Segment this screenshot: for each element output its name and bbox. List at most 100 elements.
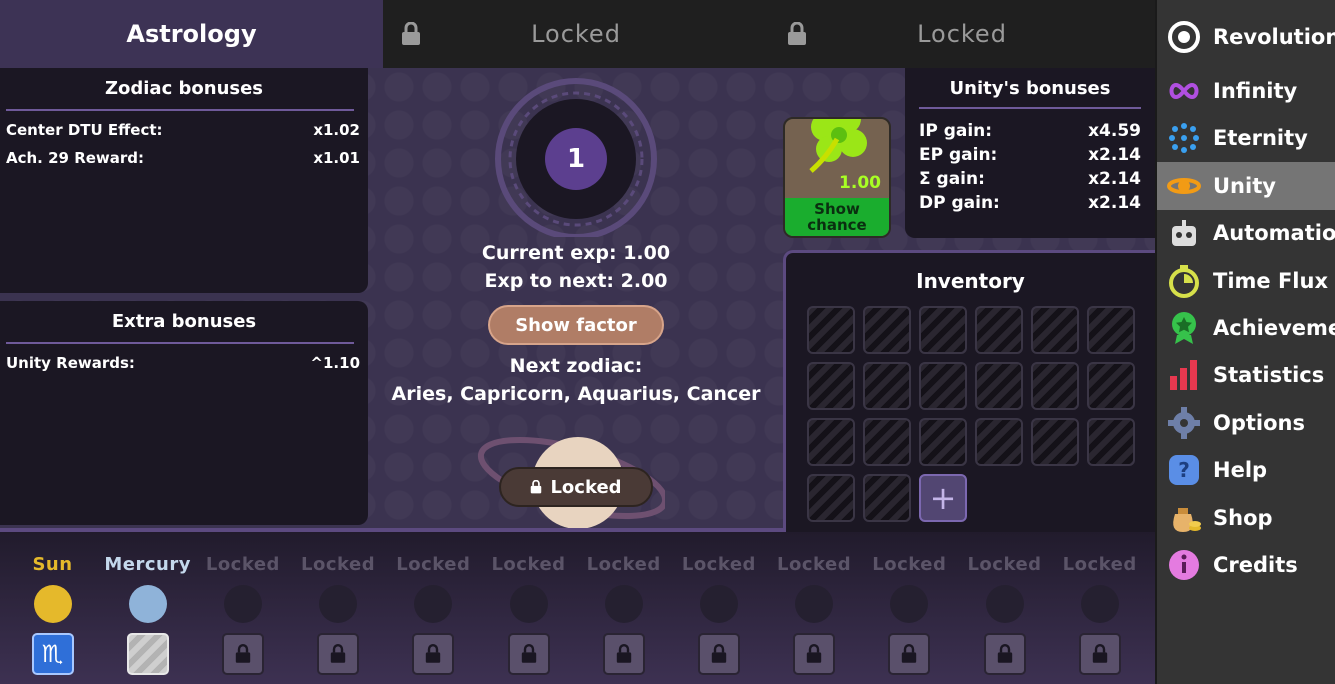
inventory-slot[interactable]: [975, 418, 1023, 466]
sidebar-item-unity[interactable]: Unity: [1157, 162, 1335, 210]
bonus-row: Unity Rewards: ^1.10: [0, 354, 368, 372]
clover-icon: [809, 119, 867, 173]
inventory-slot[interactable]: [863, 362, 911, 410]
info-icon: [1167, 548, 1201, 582]
inventory-slot[interactable]: [975, 306, 1023, 354]
inventory-slot[interactable]: [1087, 306, 1135, 354]
locked-slot[interactable]: [888, 633, 931, 675]
planet-column[interactable]: Locked: [957, 554, 1052, 675]
locked-slot[interactable]: [317, 633, 360, 675]
bonus-label: Σ gain:: [919, 169, 985, 189]
bonus-label: Center DTU Effect:: [6, 121, 163, 139]
planet-orb: [604, 585, 643, 623]
inventory-slot[interactable]: [807, 474, 855, 522]
locked-slot[interactable]: [793, 633, 836, 675]
sidebar-item-time-flux[interactable]: Time Flux: [1157, 257, 1335, 305]
bonus-row: DP gain: x2.14: [905, 193, 1155, 213]
sidebar-item-label: Options: [1213, 411, 1305, 435]
inventory-slot[interactable]: [919, 306, 967, 354]
planet-column[interactable]: Locked: [862, 554, 957, 675]
robot-icon: [1167, 216, 1201, 250]
unity-icon: [1167, 169, 1201, 203]
clover-card[interactable]: 1.00 Show chance: [783, 117, 891, 238]
zodiac-slot[interactable]: ♏: [31, 633, 74, 675]
planet-column[interactable]: Locked: [576, 554, 671, 675]
extra-bonuses-panel: Extra bonuses Unity Rewards: ^1.10: [0, 301, 368, 525]
locked-slot[interactable]: [1078, 633, 1121, 675]
planet-column[interactable]: Locked: [481, 554, 576, 675]
planet-name: Sun: [32, 554, 73, 575]
inventory-slot[interactable]: [919, 362, 967, 410]
inventory-slot[interactable]: [919, 418, 967, 466]
bonus-value: x4.59: [1088, 121, 1141, 141]
sidebar-item-shop[interactable]: Shop: [1157, 494, 1335, 542]
planet-column[interactable]: Locked: [767, 554, 862, 675]
sidebar-item-infinity[interactable]: Infinity: [1157, 67, 1335, 115]
sidebar-item-eternity[interactable]: Eternity: [1157, 114, 1335, 162]
next-zodiac-list: Aries, Capricorn, Aquarius, Cancer: [391, 383, 761, 405]
sidebar-item-help[interactable]: ? Help: [1157, 446, 1335, 494]
lock-icon: [1092, 644, 1107, 663]
inventory-slot[interactable]: [1031, 306, 1079, 354]
locked-slot[interactable]: [221, 633, 264, 675]
locked-slot[interactable]: [507, 633, 550, 675]
inventory-add-button[interactable]: +: [919, 474, 967, 522]
planet-column[interactable]: Locked: [195, 554, 290, 675]
inventory-slot[interactable]: [1087, 418, 1135, 466]
planet-name: Locked: [301, 554, 376, 575]
planet-name: Locked: [396, 554, 471, 575]
planet-name: Locked: [872, 554, 947, 575]
inventory-slot[interactable]: [1031, 418, 1079, 466]
sidebar-item-automation[interactable]: Automation: [1157, 209, 1335, 257]
bonus-value: x1.01: [313, 149, 360, 167]
inventory-slot[interactable]: [863, 474, 911, 522]
inventory-slot[interactable]: [1087, 362, 1135, 410]
bonus-label: EP gain:: [919, 145, 998, 165]
inventory-slot[interactable]: [975, 362, 1023, 410]
inventory-slot[interactable]: [1031, 362, 1079, 410]
planet-name: Locked: [681, 554, 756, 575]
tab-locked-1[interactable]: Locked: [383, 0, 769, 68]
planet-column[interactable]: Mercury: [100, 554, 195, 675]
sidebar-item-achievements[interactable]: Achievements: [1157, 304, 1335, 352]
sidebar-item-label: Shop: [1213, 506, 1273, 530]
planet-column[interactable]: Locked: [291, 554, 386, 675]
bonus-row: Center DTU Effect: x1.02: [0, 121, 368, 139]
show-chance-button[interactable]: Show chance: [785, 198, 889, 236]
lock-icon: [616, 644, 631, 663]
inventory-slot[interactable]: [807, 362, 855, 410]
locked-slot[interactable]: [983, 633, 1026, 675]
locked-slot[interactable]: [697, 633, 740, 675]
lock-icon: [787, 21, 807, 52]
inventory-slot[interactable]: [807, 306, 855, 354]
next-zodiac-label: Next zodiac:: [509, 355, 643, 377]
planet-name: Locked: [777, 554, 852, 575]
planet-column[interactable]: Locked: [386, 554, 481, 675]
planet-bar: Sun ♏ Mercury Locked Locked Locked Locked Locke…: [0, 532, 1155, 684]
tab-locked-2[interactable]: Locked: [769, 0, 1155, 68]
inventory-slot[interactable]: [863, 418, 911, 466]
sidebar-item-revolution[interactable]: Revolution: [1157, 13, 1335, 61]
sidebar-item-label: Revolution: [1213, 25, 1335, 49]
tab-astrology[interactable]: Astrology: [0, 0, 383, 68]
divider: [6, 342, 354, 344]
bonus-row: Ach. 29 Reward: x1.01: [0, 149, 368, 167]
planet-column[interactable]: Sun ♏: [5, 554, 100, 675]
locked-slot[interactable]: [412, 633, 455, 675]
planet-column[interactable]: Locked: [671, 554, 766, 675]
sidebar-item-label: Help: [1213, 458, 1268, 482]
sidebar-item-statistics[interactable]: Statistics: [1157, 351, 1335, 399]
planet-orb: [985, 585, 1024, 623]
planet-column[interactable]: Locked: [1052, 554, 1147, 675]
inventory-slot[interactable]: [807, 418, 855, 466]
locked-button[interactable]: Locked: [499, 467, 653, 507]
inventory-slot[interactable]: [863, 306, 911, 354]
bonus-value: x1.02: [313, 121, 360, 139]
locked-slot[interactable]: [602, 633, 645, 675]
sidebar: Revolution Infinity Eternity Unity Automatio…: [1155, 0, 1335, 684]
panel-title: Unity's bonuses: [949, 78, 1111, 99]
sidebar-item-options[interactable]: Options: [1157, 399, 1335, 447]
show-factor-button[interactable]: Show factor: [488, 305, 664, 345]
sidebar-item-credits[interactable]: Credits: [1157, 541, 1335, 589]
empty-slot[interactable]: [126, 633, 169, 675]
